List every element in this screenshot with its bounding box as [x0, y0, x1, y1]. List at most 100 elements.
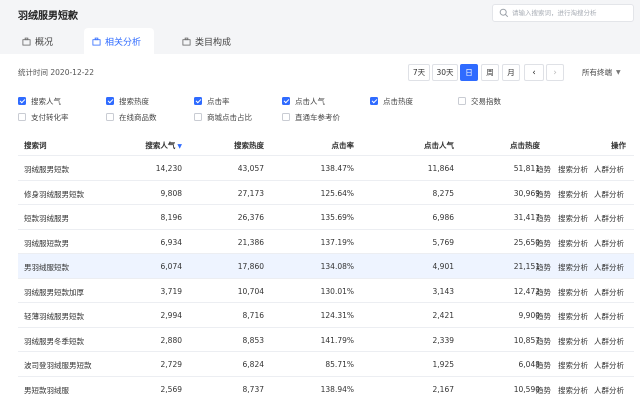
table-row[interactable]: 波司登羽绒服男短款 2,729 6,824 85.71% 1,925 6,048 趋势 搜索分…	[18, 352, 634, 377]
crowd-analysis-link[interactable]: 人群分析	[594, 213, 624, 224]
trend-link[interactable]: 趋势	[536, 360, 551, 371]
cell-keyword: 轻薄羽绒服男短款	[24, 312, 84, 321]
crowd-analysis-link[interactable]: 人群分析	[594, 262, 624, 273]
cell-keyword: 羽绒服男短款	[24, 165, 69, 174]
table-row[interactable]: 羽绒服男短款 14,230 43,057 138.47% 11,864 51,811 趋势搜…	[18, 156, 634, 181]
cell-ctr: 124.31%	[320, 311, 354, 320]
column-header-search-popularity[interactable]: 搜索人气 ▼	[145, 140, 182, 151]
metric-label: 点击人气	[295, 96, 325, 106]
checkbox-checked[interactable]	[18, 97, 26, 105]
table-row[interactable]: 羽绒服短款男 6,934 21,386 137.19% 5,769 25,650 趋势 搜索分…	[18, 230, 634, 254]
trend-link[interactable]: 趋势	[536, 213, 551, 224]
crowd-analysis-link[interactable]: 人群分析	[594, 336, 624, 347]
table-row[interactable]: 修身羽绒服男短款 9,808 27,173 125.64% 8,275 30,969 趋势搜…	[18, 181, 634, 205]
column-header-ctr[interactable]: 点击率	[332, 140, 355, 151]
search-analysis-link[interactable]: 搜索分析	[558, 385, 588, 396]
metric-search-popularity[interactable]: 搜索人气	[18, 95, 61, 107]
checkbox-unchecked[interactable]	[18, 113, 26, 121]
briefcase-icon	[182, 37, 191, 46]
trend-link[interactable]: 趋势	[536, 238, 551, 249]
search-analysis-link[interactable]: 搜索分析	[558, 164, 588, 175]
trend-link[interactable]: 趋势	[536, 385, 551, 396]
sort-desc-icon[interactable]: ▼	[177, 143, 182, 150]
search-input[interactable]	[512, 5, 632, 21]
crowd-analysis-link[interactable]: 人群分析	[594, 189, 624, 200]
tab-related-analysis[interactable]: 相关分析	[84, 28, 154, 54]
cell-click-popularity: 4,901	[432, 262, 454, 271]
checkbox-unchecked[interactable]	[282, 113, 290, 121]
search-analysis-link[interactable]: 搜索分析	[558, 311, 588, 322]
crowd-analysis-link[interactable]: 人群分析	[594, 164, 624, 175]
crowd-analysis-link[interactable]: 人群分析	[594, 385, 624, 396]
table-row[interactable]: 短款羽绒服男 8,196 26,376 135.69% 6,986 31,417 趋势 搜索分…	[18, 205, 634, 230]
period-7d-button[interactable]: 7天	[408, 64, 430, 81]
search-analysis-link[interactable]: 搜索分析	[558, 238, 588, 249]
tab-label: 类目构成	[195, 37, 232, 48]
briefcase-icon	[22, 37, 31, 46]
cell-search-heat: 26,376	[237, 213, 264, 222]
metric-trade-index[interactable]: 交易指数	[458, 95, 501, 107]
period-month-button[interactable]: 月	[502, 64, 520, 81]
trend-link[interactable]: 趋势	[536, 262, 551, 273]
table-row[interactable]: 男短款羽绒服 2,569 8,737 138.94% 2,167 10,590 趋势 搜索分析…	[18, 377, 634, 397]
terminal-select[interactable]: 所有终端 ▼	[582, 64, 621, 81]
metric-ctr[interactable]: 点击率	[194, 95, 230, 107]
metric-online-products[interactable]: 在线商品数	[106, 111, 157, 123]
crowd-analysis-link[interactable]: 人群分析	[594, 311, 624, 322]
checkbox-checked[interactable]	[106, 97, 114, 105]
column-header-actions: 操作	[611, 141, 626, 150]
crowd-analysis-link[interactable]: 人群分析	[594, 360, 624, 371]
checkbox-unchecked[interactable]	[458, 97, 466, 105]
search-analysis-link[interactable]: 搜索分析	[558, 262, 588, 273]
search-analysis-link[interactable]: 搜索分析	[558, 287, 588, 298]
table-row[interactable]: 轻薄羽绒服男短款 2,994 8,716 124.31% 2,421 9,900 趋势 搜索分…	[18, 303, 634, 328]
checkbox-unchecked[interactable]	[106, 113, 114, 121]
cell-ctr: 85.71%	[325, 360, 354, 369]
crowd-analysis-link[interactable]: 人群分析	[594, 238, 624, 249]
period-day-button[interactable]: 日	[460, 64, 478, 81]
search-analysis-link[interactable]: 搜索分析	[558, 336, 588, 347]
checkbox-checked[interactable]	[194, 97, 202, 105]
cell-search-heat: 8,737	[242, 384, 264, 394]
metric-click-popularity[interactable]: 点击人气	[282, 95, 325, 107]
metric-label: 搜索热度	[119, 96, 149, 106]
prev-date-button[interactable]: ‹	[524, 64, 544, 81]
checkbox-unchecked[interactable]	[194, 113, 202, 121]
trend-link[interactable]: 趋势	[536, 164, 551, 175]
table-header: 搜索词 搜索人气 ▼ 搜索热度 点击率 点击人气 点击热度 操作	[18, 132, 634, 156]
cell-ctr: 138.94%	[320, 384, 354, 394]
column-header-search-heat[interactable]: 搜索热度	[234, 140, 264, 151]
trend-link[interactable]: 趋势	[536, 336, 551, 347]
next-date-button[interactable]: ›	[546, 64, 564, 81]
table-row[interactable]: 羽绒服男短款加厚 3,719 10,704 130.01% 3,143 12,472 趋势搜…	[18, 279, 634, 303]
metric-mall-click-share[interactable]: 商城点击占比	[194, 111, 252, 123]
search-analysis-link[interactable]: 搜索分析	[558, 360, 588, 371]
cell-click-popularity: 1,925	[432, 360, 454, 369]
metric-search-heat[interactable]: 搜索热度	[106, 95, 149, 107]
metric-pay-conversion[interactable]: 支付转化率	[18, 111, 69, 123]
tab-category-composition[interactable]: 类目构成	[182, 28, 231, 54]
trend-link[interactable]: 趋势	[536, 287, 551, 298]
checkbox-checked[interactable]	[370, 97, 378, 105]
tab-overview[interactable]: 概况	[22, 28, 53, 54]
table-row[interactable]: 男羽绒服短款 6,074 17,860 134.08% 4,901 21,151 趋势 搜索分…	[18, 254, 634, 279]
cell-keyword: 波司登羽绒服男短款	[24, 361, 92, 370]
table-row[interactable]: 羽绒服男冬季短款 2,880 8,853 141.79% 2,339 10,857 趋势 搜索…	[18, 328, 634, 352]
trend-link[interactable]: 趋势	[536, 311, 551, 322]
trend-link[interactable]: 趋势	[536, 189, 551, 200]
period-30d-button[interactable]: 30天	[432, 64, 458, 81]
search-box[interactable]	[492, 4, 634, 22]
column-header-click-popularity[interactable]: 点击人气	[424, 140, 454, 151]
period-week-button[interactable]: 周	[481, 64, 499, 81]
search-analysis-link[interactable]: 搜索分析	[558, 213, 588, 224]
cell-search-popularity: 6,934	[160, 237, 182, 247]
metric-ztc-reference-price[interactable]: 直通车参考价	[282, 111, 340, 123]
search-icon[interactable]	[499, 8, 509, 18]
metric-click-heat[interactable]: 点击热度	[370, 95, 413, 107]
checkbox-checked[interactable]	[282, 97, 290, 105]
cell-ctr: 125.64%	[320, 188, 354, 198]
search-analysis-link[interactable]: 搜索分析	[558, 189, 588, 200]
chevron-right-icon: ›	[553, 67, 557, 78]
crowd-analysis-link[interactable]: 人群分析	[594, 287, 624, 298]
column-header-click-heat[interactable]: 点击热度	[510, 140, 540, 151]
